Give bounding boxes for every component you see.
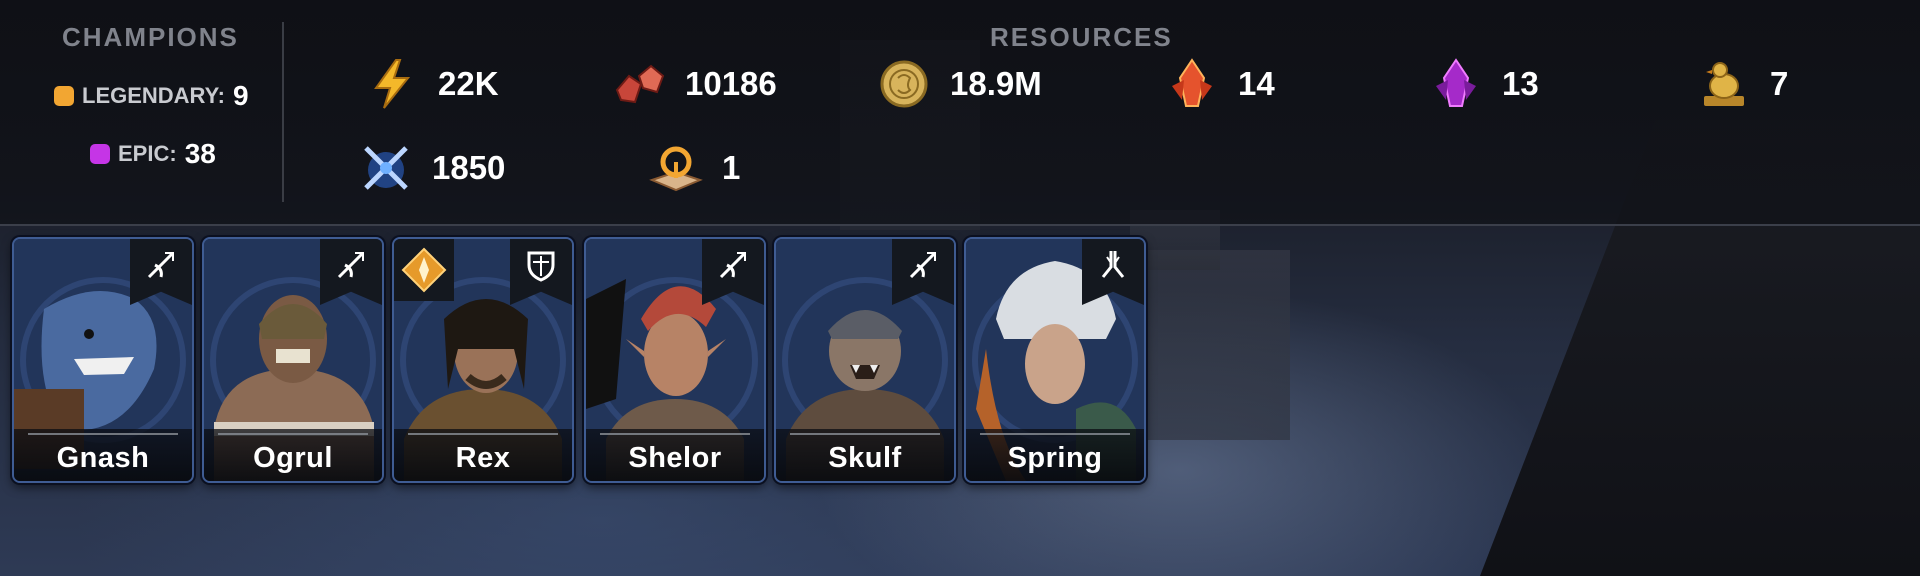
epic-value: 38 <box>184 138 216 169</box>
card-name-bar: Ogrul <box>204 429 382 481</box>
resource-ancient-shards: 14 <box>1164 56 1275 112</box>
arena-token-icon <box>358 140 414 196</box>
champions-title: CHAMPIONS <box>62 22 239 52</box>
legendary-value: 9 <box>233 80 249 111</box>
resource-rubies: 10186 <box>611 56 777 112</box>
arena-token-value: 1850 <box>432 149 506 186</box>
resource-skill-tomes: 1 <box>648 140 740 196</box>
energy-value: 22K <box>438 65 499 102</box>
header-divider <box>0 224 1920 226</box>
champion-name: Ogrul <box>253 442 333 474</box>
resource-silver: 18.9M <box>876 56 1042 112</box>
champion-name: Skulf <box>828 442 902 474</box>
silver-value: 18.9M <box>950 65 1042 102</box>
ancient-shard-icon <box>1164 56 1220 112</box>
resource-energy: 22K <box>364 56 499 112</box>
epic-dot-icon <box>90 144 110 164</box>
champion-name: Spring <box>1007 442 1103 474</box>
force-affinity-icon <box>394 239 454 301</box>
void-shard-value: 13 <box>1502 65 1539 102</box>
legendary-label: LEGENDARY: <box>82 83 225 108</box>
champion-card-spring[interactable]: Spring <box>964 237 1146 483</box>
champion-card-rex[interactable]: Rex <box>392 237 574 483</box>
epic-count: EPIC: 38 <box>90 138 216 170</box>
champion-card-shelor[interactable]: Shelor <box>584 237 766 483</box>
energy-icon <box>364 56 420 112</box>
rubies-icon <box>611 56 667 112</box>
skill-tome-value: 1 <box>722 149 741 186</box>
champion-name: Shelor <box>628 442 722 474</box>
champion-card-gnash[interactable]: Gnash <box>12 237 194 483</box>
header-panel <box>0 0 1920 224</box>
void-shard-icon <box>1428 56 1484 112</box>
silver-coin-icon <box>876 56 932 112</box>
card-name-bar: Shelor <box>586 429 764 481</box>
champion-name: Gnash <box>56 442 150 474</box>
golden-chicken-value: 7 <box>1770 65 1789 102</box>
golden-chicken-icon <box>1696 56 1752 112</box>
resource-golden-chickens: 7 <box>1696 56 1788 112</box>
resource-void-shards: 13 <box>1428 56 1539 112</box>
champion-card-ogrul[interactable]: Ogrul <box>202 237 384 483</box>
epic-label: EPIC: <box>118 141 177 166</box>
card-name-bar: Skulf <box>776 429 954 481</box>
legendary-count: LEGENDARY: 9 <box>54 80 249 112</box>
card-name-bar: Rex <box>394 429 572 481</box>
champion-card-skulf[interactable]: Skulf <box>774 237 956 483</box>
champion-name: Rex <box>455 442 511 474</box>
rubies-value: 10186 <box>685 65 777 102</box>
resources-title: RESOURCES <box>990 22 1173 52</box>
resource-arena-tokens: 1850 <box>358 140 505 196</box>
legendary-dot-icon <box>54 86 74 106</box>
skill-tome-icon <box>648 140 704 196</box>
section-divider <box>282 22 284 202</box>
card-name-bar: Spring <box>966 429 1144 481</box>
card-name-bar: Gnash <box>14 429 192 481</box>
ancient-shard-value: 14 <box>1238 65 1275 102</box>
